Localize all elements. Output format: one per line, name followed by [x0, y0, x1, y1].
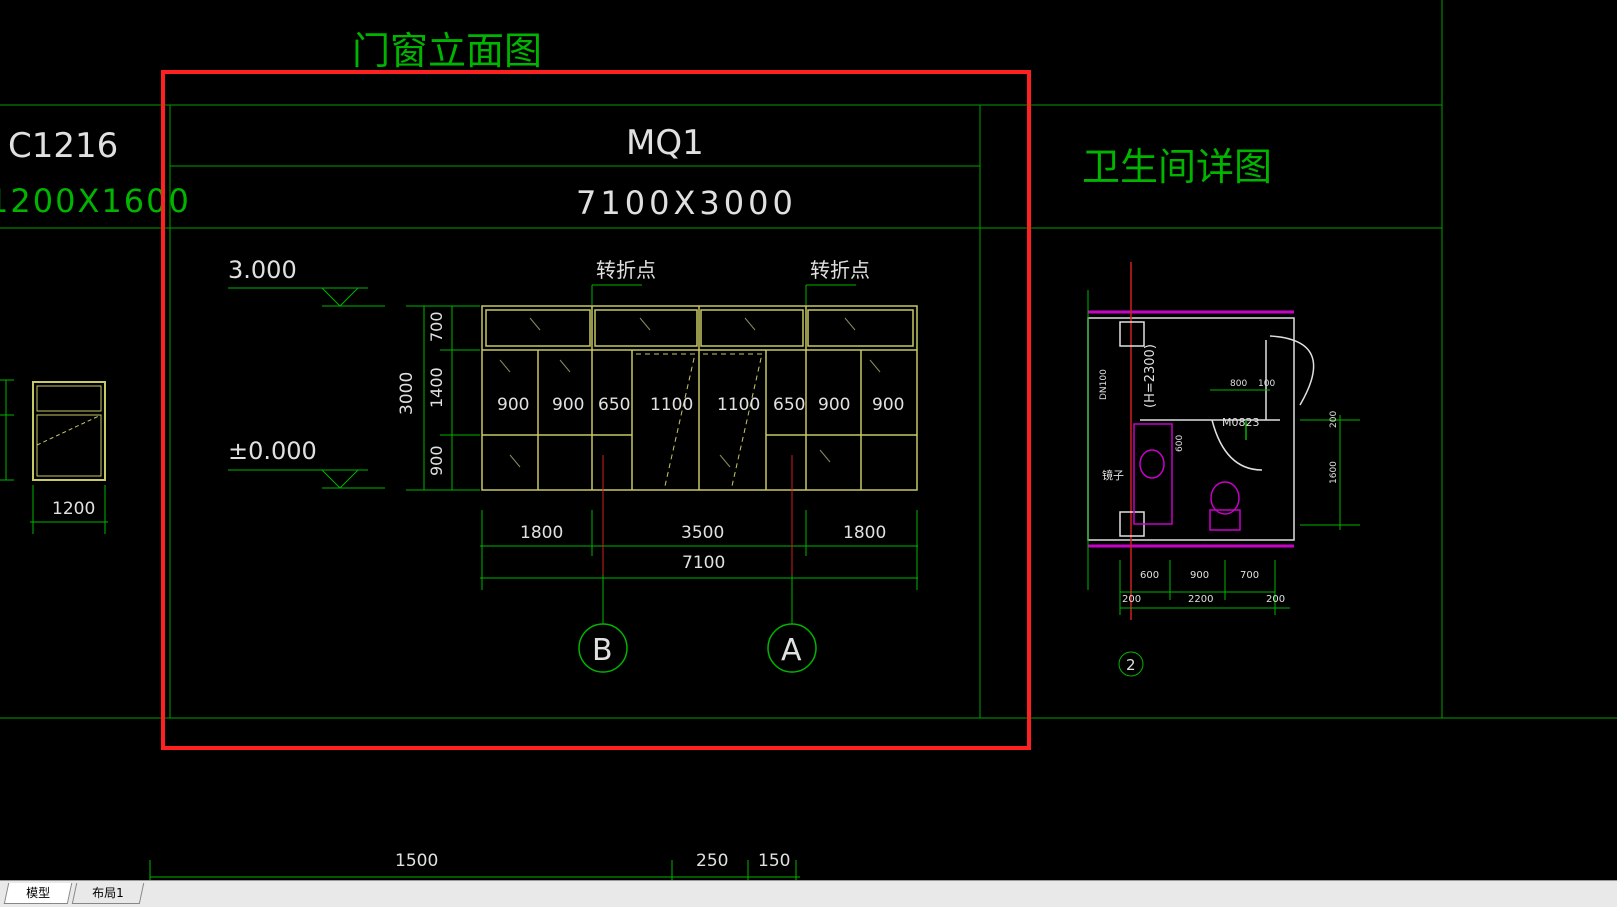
panel-width-8: 900 [872, 395, 904, 415]
bathroom-dim-100: 100 [1258, 379, 1275, 389]
bathroom-dim-total-2200: 2200 [1188, 594, 1213, 605]
bottom-dim-250: 250 [696, 851, 728, 871]
vdim-1400: 1400 [427, 367, 446, 408]
curtain-wall-block: MQ1 7100X3000 3.000 ±0.000 转折点 转折点 3000 … [228, 123, 918, 673]
tab-model[interactable]: 模型 [3, 883, 73, 904]
left-window-width-dim: 1200 [52, 499, 95, 519]
elevation-bottom: ±0.000 [228, 437, 317, 465]
vdim-900: 900 [427, 445, 446, 476]
axis-label-b: B [592, 633, 613, 668]
left-window-code: C1216 [8, 126, 118, 166]
section-title: 门窗立面图 [352, 29, 542, 73]
tab-layout1[interactable]: 布局1 [71, 883, 145, 904]
hdim-1800-left: 1800 [520, 523, 563, 543]
frame-lines [0, 0, 1617, 719]
bathroom-pipe-label: DN100 [1099, 369, 1109, 400]
curtain-wall-code: MQ1 [626, 123, 704, 163]
bathroom-title: 卫生间详图 [1082, 145, 1272, 189]
bathroom-dim-right-1600: 1600 [1329, 461, 1339, 484]
bathroom-detail-block: 卫生间详图 2 (H=2300) DN100 M0823 镜子 800 100 … [1082, 145, 1360, 677]
turn-point-label-right: 转折点 [810, 258, 870, 282]
bathroom-dim-800: 800 [1230, 379, 1247, 389]
vdim-total: 3000 [397, 372, 417, 415]
bathroom-mirror-label: 镜子 [1102, 468, 1124, 482]
bathroom-dim-bottom-900: 900 [1190, 570, 1209, 581]
layout-tab-bar: 模型 布局1 [0, 880, 1617, 907]
hdim-3500: 3500 [681, 523, 724, 543]
bathroom-dim-bottom-700: 700 [1240, 570, 1259, 581]
bathroom-dim-sink: 600 [1175, 435, 1185, 452]
panel-width-1: 900 [497, 395, 529, 415]
hdim-1800-right: 1800 [843, 523, 886, 543]
bathroom-height-note: (H=2300) [1143, 344, 1158, 408]
bathroom-dim-right-200: 200 [1329, 411, 1339, 428]
panel-width-6: 650 [773, 395, 805, 415]
turn-point-label-left: 转折点 [596, 258, 656, 282]
curtain-wall-size: 7100X3000 [576, 184, 797, 222]
curtain-wall-frame [481, 305, 918, 491]
cad-drawing-canvas[interactable]: 门窗立面图 C1216 1200X1600 1200 MQ1 7100X3000… [0, 0, 1617, 880]
bathroom-dim-total-200-right: 200 [1266, 594, 1285, 605]
bottom-dim-150: 150 [758, 851, 790, 871]
panel-width-2: 900 [552, 395, 584, 415]
elevation-top: 3.000 [228, 256, 297, 284]
panel-width-5: 1100 [717, 395, 760, 415]
bathroom-door-label: M0823 [1222, 416, 1260, 429]
bottom-dim-1500: 1500 [395, 851, 438, 871]
bathroom-axis-label: 2 [1126, 656, 1136, 674]
axis-label-a: A [781, 633, 802, 668]
tab-model-label: 模型 [26, 886, 51, 900]
panel-width-4: 1100 [650, 395, 693, 415]
vdim-700: 700 [427, 311, 446, 342]
hdim-total: 7100 [682, 553, 725, 573]
bathroom-dim-bottom-600: 600 [1140, 570, 1159, 581]
panel-width-3: 650 [598, 395, 630, 415]
bathroom-dim-total-200-left: 200 [1122, 594, 1141, 605]
tab-layout1-label: 布局1 [92, 886, 124, 900]
panel-width-7: 900 [818, 395, 850, 415]
left-window-frame [32, 381, 106, 481]
